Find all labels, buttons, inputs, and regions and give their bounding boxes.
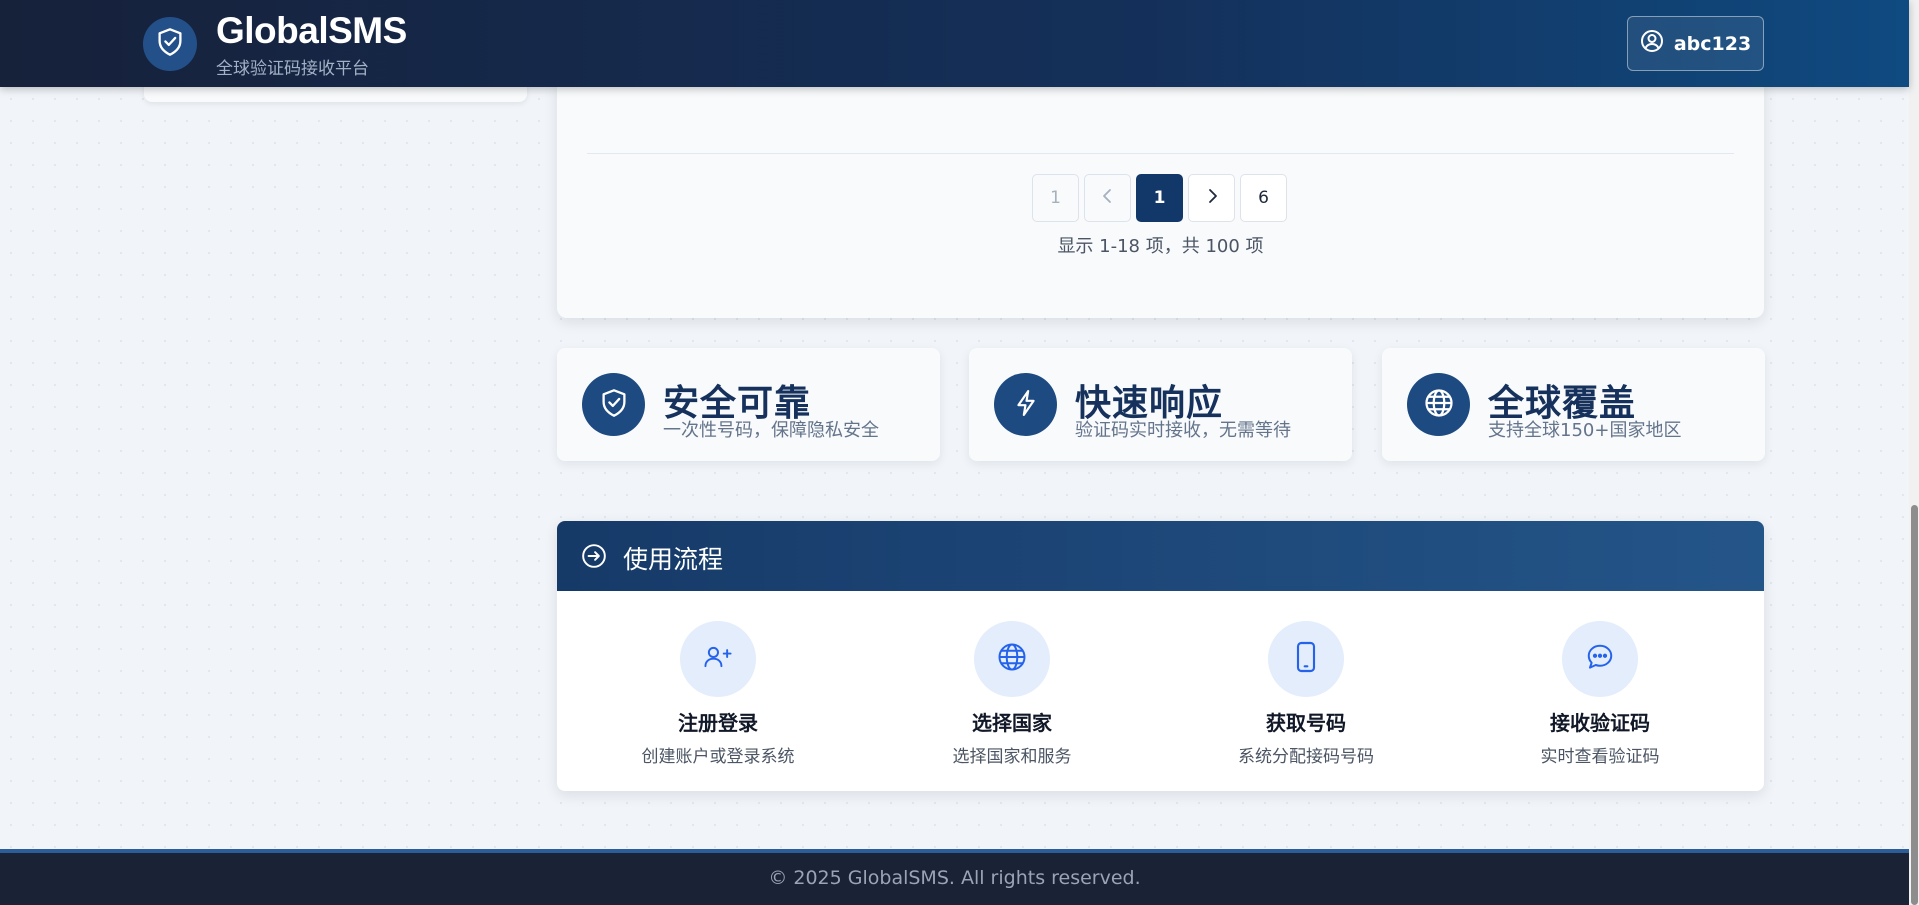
step-title: 注册登录 xyxy=(678,711,758,735)
user-menu-button[interactable]: abc123 xyxy=(1627,16,1764,71)
step-get-number: 获取号码 系统分配接码号码 xyxy=(1186,621,1426,767)
feature-icon-wrap xyxy=(1407,373,1470,436)
arrow-right-circle-icon xyxy=(581,543,607,573)
feature-desc: 一次性号码，保障隐私安全 xyxy=(663,420,879,441)
globe-icon xyxy=(1424,388,1454,422)
process-header: 使用流程 xyxy=(557,521,1764,591)
step-desc: 系统分配接码号码 xyxy=(1238,747,1374,767)
username-label: abc123 xyxy=(1673,32,1752,55)
step-receive-code: 接收验证码 实时查看验证码 xyxy=(1480,621,1720,767)
step-title: 选择国家 xyxy=(972,711,1052,735)
page-last-button[interactable]: 6 xyxy=(1240,174,1287,222)
step-select-country: 选择国家 选择国家和服务 xyxy=(892,621,1132,767)
page-first-button[interactable]: 1 xyxy=(1032,174,1079,222)
step-icon-wrap xyxy=(1562,621,1638,697)
lightning-icon xyxy=(1013,388,1039,422)
shield-check-icon xyxy=(156,27,184,61)
step-icon-wrap xyxy=(974,621,1050,697)
footer: © 2025 GlobalSMS. All rights reserved. xyxy=(0,849,1909,905)
step-icon-wrap xyxy=(680,621,756,697)
page-current-button[interactable]: 1 xyxy=(1136,174,1183,222)
scrollbar-thumb[interactable] xyxy=(1911,505,1918,905)
pagination: 1 1 6 xyxy=(1032,174,1287,222)
step-desc: 创建账户或登录系统 xyxy=(641,747,795,767)
list-divider xyxy=(587,153,1734,154)
step-icon-wrap xyxy=(1268,621,1344,697)
process-title: 使用流程 xyxy=(623,545,724,574)
step-desc: 实时查看验证码 xyxy=(1540,747,1660,767)
step-register: 注册登录 创建账户或登录系统 xyxy=(598,621,838,767)
feature-card-global: 全球覆盖 支持全球150+国家地区 xyxy=(1382,348,1765,461)
step-title: 获取号码 xyxy=(1266,711,1346,735)
process-card: 使用流程 注册登录 创建账户或登录系统 选择国家 选择国家和服务 获取号码 系统… xyxy=(557,521,1764,791)
feature-desc: 支持全球150+国家地区 xyxy=(1488,420,1682,441)
chat-dots-icon xyxy=(1585,642,1615,676)
number-list-card: 1 1 6 显示 1-18 项，共 100 项 xyxy=(557,80,1764,318)
feature-icon-wrap xyxy=(582,373,645,436)
brand-subtitle: 全球验证码接收平台 xyxy=(216,59,369,79)
feature-card-fast: 快速响应 验证码实时接收，无需等待 xyxy=(969,348,1352,461)
feature-card-secure: 安全可靠 一次性号码，保障隐私安全 xyxy=(557,348,940,461)
footer-copyright: © 2025 GlobalSMS. All rights reserved. xyxy=(768,867,1141,889)
globe-icon xyxy=(997,642,1027,676)
chevron-left-icon xyxy=(1101,188,1115,209)
page-summary: 显示 1-18 项，共 100 项 xyxy=(1057,236,1264,257)
top-header: GlobalSMS 全球验证码接收平台 abc123 xyxy=(0,0,1909,87)
page-prev-button[interactable] xyxy=(1084,174,1131,222)
feature-desc: 验证码实时接收，无需等待 xyxy=(1075,420,1291,441)
brand-name[interactable]: GlobalSMS xyxy=(216,10,407,52)
feature-icon-wrap xyxy=(994,373,1057,436)
step-title: 接收验证码 xyxy=(1550,711,1650,735)
page-next-button[interactable] xyxy=(1188,174,1235,222)
step-desc: 选择国家和服务 xyxy=(952,747,1072,767)
chevron-right-icon xyxy=(1205,188,1219,209)
user-plus-icon xyxy=(702,643,734,675)
user-circle-icon xyxy=(1640,29,1664,58)
brand-logo[interactable] xyxy=(143,17,197,71)
phone-icon xyxy=(1295,641,1317,677)
shield-check-icon xyxy=(600,388,628,422)
